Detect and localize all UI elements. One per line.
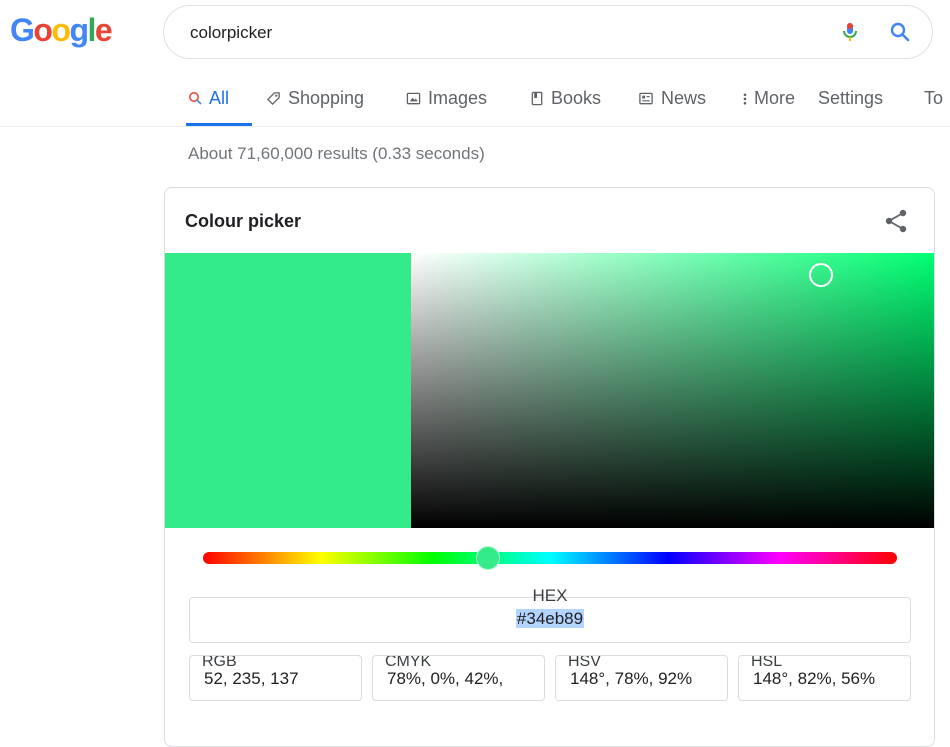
color-preview-swatch (165, 253, 411, 528)
google-logo[interactable]: Google (10, 10, 113, 50)
share-icon[interactable] (883, 207, 909, 235)
tab-settings[interactable]: Settings (818, 86, 883, 126)
tab-label: Images (428, 88, 488, 108)
rgb-field[interactable]: RGB 52, 235, 137 (189, 655, 362, 701)
tab-images[interactable]: Images (406, 86, 487, 126)
tab-all[interactable]: All (186, 86, 252, 126)
logo-letter: o (51, 12, 71, 48)
logo-letter: l (87, 12, 97, 48)
tab-label: Books (551, 88, 602, 108)
card-title: Colour picker (185, 211, 302, 231)
logo-letter: G (10, 12, 35, 48)
tab-books[interactable]: Books (530, 86, 601, 126)
cmyk-value[interactable]: 78%, 0%, 42%, (387, 669, 503, 689)
hex-field[interactable]: HEX #34eb89 (189, 586, 911, 643)
search-input[interactable] (188, 18, 792, 48)
logo-letter: o (33, 12, 53, 48)
tab-label: To (924, 88, 944, 108)
hex-value[interactable]: #34eb89 (515, 609, 585, 628)
tag-icon (266, 92, 280, 106)
tab-news[interactable]: News (638, 86, 706, 126)
search-icon (189, 92, 202, 105)
hsl-value[interactable]: 148°, 82%, 56% (753, 669, 875, 689)
hsl-field[interactable]: HSL 148°, 82%, 56% (738, 655, 911, 701)
tab-label: News (661, 88, 707, 108)
logo-letter: e (94, 12, 113, 48)
tab-more[interactable]: More (742, 86, 795, 126)
colour-picker-card: Colour picker HEX #34eb89 RGB 52, 235, 1… (164, 187, 935, 747)
logo-letter: g (69, 12, 89, 48)
cmyk-field[interactable]: CMYK 78%, 0%, 42%, (372, 655, 545, 701)
tab-tools[interactable]: To (924, 86, 943, 126)
hue-slider-thumb[interactable] (476, 546, 501, 570)
result-stats: About 71,60,000 results (0.33 seconds) (188, 144, 485, 163)
tab-label: Settings (818, 88, 884, 108)
search-box (163, 5, 933, 59)
hsv-field[interactable]: HSV 148°, 78%, 92% (555, 655, 728, 701)
news-icon (639, 92, 653, 105)
hsv-value[interactable]: 148°, 78%, 92% (570, 669, 692, 689)
saturation-value-handle[interactable] (808, 263, 833, 287)
rgb-value[interactable]: 52, 235, 137 (204, 669, 299, 689)
image-icon (406, 92, 421, 105)
hue-slider[interactable] (203, 546, 897, 570)
tab-label: Shopping (288, 88, 365, 108)
book-icon (531, 91, 543, 106)
tab-label: All (209, 88, 230, 108)
header-divider (0, 126, 950, 127)
saturation-value-area[interactable] (411, 253, 934, 528)
search-icon[interactable] (888, 20, 912, 44)
microphone-icon[interactable] (838, 20, 862, 44)
tab-shopping[interactable]: Shopping (266, 86, 364, 126)
more-dots-icon (743, 93, 747, 105)
tab-label: More (754, 88, 796, 108)
hex-label: HEX (532, 586, 568, 605)
